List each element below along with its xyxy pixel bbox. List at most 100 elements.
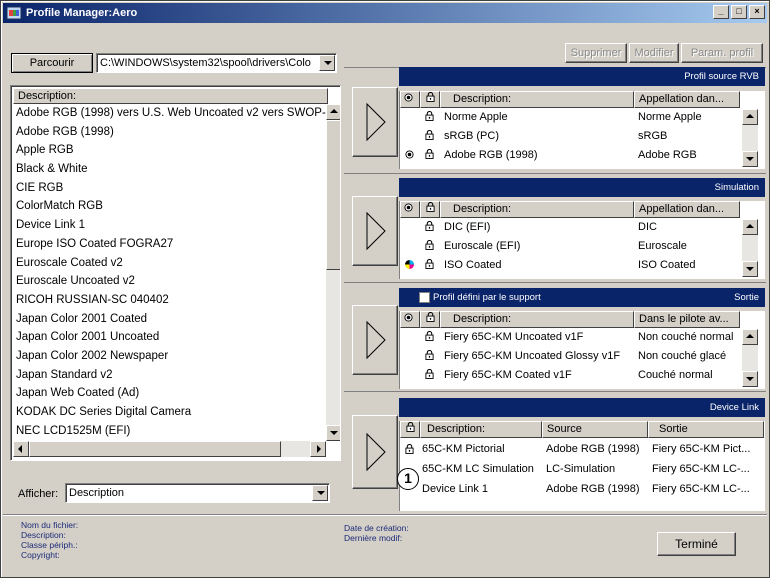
row-source[interactable]: LC-Simulation <box>546 461 650 478</box>
lock-icon <box>425 220 437 237</box>
row-name[interactable]: Non couché normal <box>638 329 742 346</box>
done-button[interactable]: Terminé <box>657 532 736 556</box>
row-name[interactable]: sRGB <box>638 128 742 145</box>
status-column-header[interactable] <box>400 201 420 218</box>
browse-button[interactable]: Parcourir <box>11 53 93 73</box>
show-dropdown-arrow-icon[interactable] <box>312 485 328 501</box>
profile-list-item[interactable]: Apple RGB <box>13 141 326 160</box>
lock-column-header[interactable] <box>420 311 440 328</box>
profile-list-vscroll[interactable] <box>326 104 340 441</box>
row-description[interactable]: 65C-KM LC Simulation <box>422 461 542 478</box>
grid-vscroll[interactable] <box>742 219 758 277</box>
scroll-down-arrow-icon[interactable] <box>742 261 758 277</box>
profile-list-item[interactable]: Adobe RGB (1998) <box>13 123 326 142</box>
status-column-header[interactable] <box>400 91 420 108</box>
row-source[interactable]: Adobe RGB (1998) <box>546 481 650 498</box>
source-column-header[interactable]: Source <box>542 421 648 438</box>
row-output[interactable]: Fiery 65C-KM Pict... <box>652 441 764 458</box>
name-column-header[interactable]: Appellation dan... <box>634 201 740 218</box>
show-combobox[interactable]: Description <box>65 483 330 503</box>
row-name[interactable]: Euroscale <box>638 238 742 255</box>
profile-list-item[interactable]: CIE RGB <box>13 179 326 198</box>
lock-column-header[interactable] <box>420 201 440 218</box>
simulation-add-button[interactable] <box>352 196 398 266</box>
title-bar[interactable]: Profile Manager:Aero _ □ × <box>3 3 767 23</box>
row-source[interactable]: Adobe RGB (1998) <box>546 441 650 458</box>
maximize-button[interactable]: □ <box>731 5 747 19</box>
scroll-up-arrow-icon[interactable] <box>742 109 758 125</box>
name-column-header[interactable]: Appellation dan... <box>634 91 740 108</box>
profile-list-item[interactable]: Europe ISO Coated FOGRA27 <box>13 235 326 254</box>
grid-vscroll[interactable] <box>742 329 758 387</box>
profile-list-item[interactable]: Adobe RGB (1998) vers U.S. Web Uncoated … <box>13 104 326 123</box>
rgb-source-add-button[interactable] <box>352 87 398 157</box>
scroll-up-arrow-icon[interactable] <box>742 329 758 345</box>
row-description[interactable]: 65C-KM Pictorial <box>422 441 542 458</box>
description-column-header[interactable]: Description: <box>420 421 542 438</box>
profile-list-item[interactable]: Euroscale Uncoated v2 <box>13 272 326 291</box>
row-name[interactable]: Couché normal <box>638 367 742 384</box>
status-column-header[interactable] <box>400 311 420 328</box>
output-add-button[interactable] <box>352 305 398 375</box>
profile-list-header[interactable]: Description: <box>13 88 328 104</box>
profile-list-item[interactable]: Black & White <box>13 160 326 179</box>
row-description[interactable]: Euroscale (EFI) <box>444 238 632 255</box>
output-grid: Description: Dans le pilote av... Fiery 65… <box>399 311 765 389</box>
minimize-button[interactable]: _ <box>713 5 729 19</box>
row-description[interactable]: Adobe RGB (1998) <box>444 147 632 164</box>
scroll-down-arrow-icon[interactable] <box>326 425 340 441</box>
description-column-header[interactable]: Description: <box>440 201 634 218</box>
name-column-header[interactable]: Dans le pilote av... <box>634 311 740 328</box>
scroll-down-arrow-icon[interactable] <box>742 151 758 167</box>
row-description[interactable]: Device Link 1 <box>422 481 542 498</box>
row-output[interactable]: Fiery 65C-KM LC-... <box>652 481 764 498</box>
profile-list-item[interactable]: Japan Web Coated (Ad) <box>13 384 326 403</box>
row-description[interactable]: Norme Apple <box>444 109 632 126</box>
row-description[interactable]: sRGB (PC) <box>444 128 632 145</box>
profile-settings-button[interactable]: Param. profil <box>681 43 763 63</box>
profile-list-item[interactable]: RICOH RUSSIAN-SC 040402 <box>13 291 326 310</box>
scroll-right-arrow-icon[interactable] <box>310 441 326 457</box>
row-description[interactable]: DIC (EFI) <box>444 219 632 236</box>
modify-button[interactable]: Modifier <box>629 43 679 63</box>
row-name[interactable]: Norme Apple <box>638 109 742 126</box>
row-name[interactable]: DIC <box>638 219 742 236</box>
row-output[interactable]: Fiery 65C-KM LC-... <box>652 461 764 478</box>
row-name[interactable]: ISO Coated <box>638 257 742 274</box>
profile-list-item[interactable]: Japan Standard v2 <box>13 366 326 385</box>
scroll-down-arrow-icon[interactable] <box>742 371 758 387</box>
profile-list-item[interactable]: NEC LCD1525M (EFI) <box>13 422 326 441</box>
row-description[interactable]: Fiery 65C-KM Coated v1F <box>444 367 632 384</box>
output-column-header[interactable]: Sortie <box>648 421 764 438</box>
profile-list-item[interactable]: Euroscale Coated v2 <box>13 254 326 273</box>
scroll-up-arrow-icon[interactable] <box>742 219 758 235</box>
profile-list-item[interactable]: Japan Color 2001 Coated <box>13 310 326 329</box>
row-description[interactable]: Fiery 65C-KM Uncoated Glossy v1F <box>444 348 632 365</box>
description-column-header[interactable]: Description: <box>440 311 634 328</box>
grid-vscroll[interactable] <box>742 109 758 167</box>
lock-column-header[interactable] <box>400 421 420 438</box>
profile-list-item[interactable]: ColorMatch RGB <box>13 197 326 216</box>
profile-list-item[interactable]: KODAK DC Series Digital Camera <box>13 403 326 422</box>
path-dropdown-arrow-icon[interactable] <box>319 55 335 71</box>
delete-button[interactable]: Supprimer <box>565 43 627 63</box>
profile-list-item[interactable]: Japan Color 2001 Uncoated <box>13 328 326 347</box>
profile-list-item[interactable]: Japan Color 2002 Newspaper <box>13 347 326 366</box>
media-defined-checkbox[interactable] <box>419 292 430 303</box>
row-name[interactable]: Adobe RGB <box>638 147 742 164</box>
path-combobox[interactable]: C:\WINDOWS\system32\spool\drivers\Colo <box>96 53 337 73</box>
row-name[interactable]: Non couché glacé <box>638 348 742 365</box>
close-button[interactable]: × <box>749 5 765 19</box>
row-description[interactable]: ISO Coated <box>444 257 632 274</box>
profile-list-hscroll[interactable] <box>13 441 326 457</box>
row-description[interactable]: Fiery 65C-KM Uncoated v1F <box>444 329 632 346</box>
scroll-left-arrow-icon[interactable] <box>13 441 29 457</box>
lock-column-header[interactable] <box>420 91 440 108</box>
device-link-add-button[interactable] <box>352 415 398 489</box>
profile-list-item[interactable]: Device Link 1 <box>13 216 326 235</box>
vscroll-thumb[interactable] <box>326 120 340 270</box>
description-label: Description: <box>21 530 66 540</box>
hscroll-thumb[interactable] <box>29 441 281 457</box>
description-column-header[interactable]: Description: <box>440 91 634 108</box>
scroll-up-arrow-icon[interactable] <box>326 104 340 120</box>
